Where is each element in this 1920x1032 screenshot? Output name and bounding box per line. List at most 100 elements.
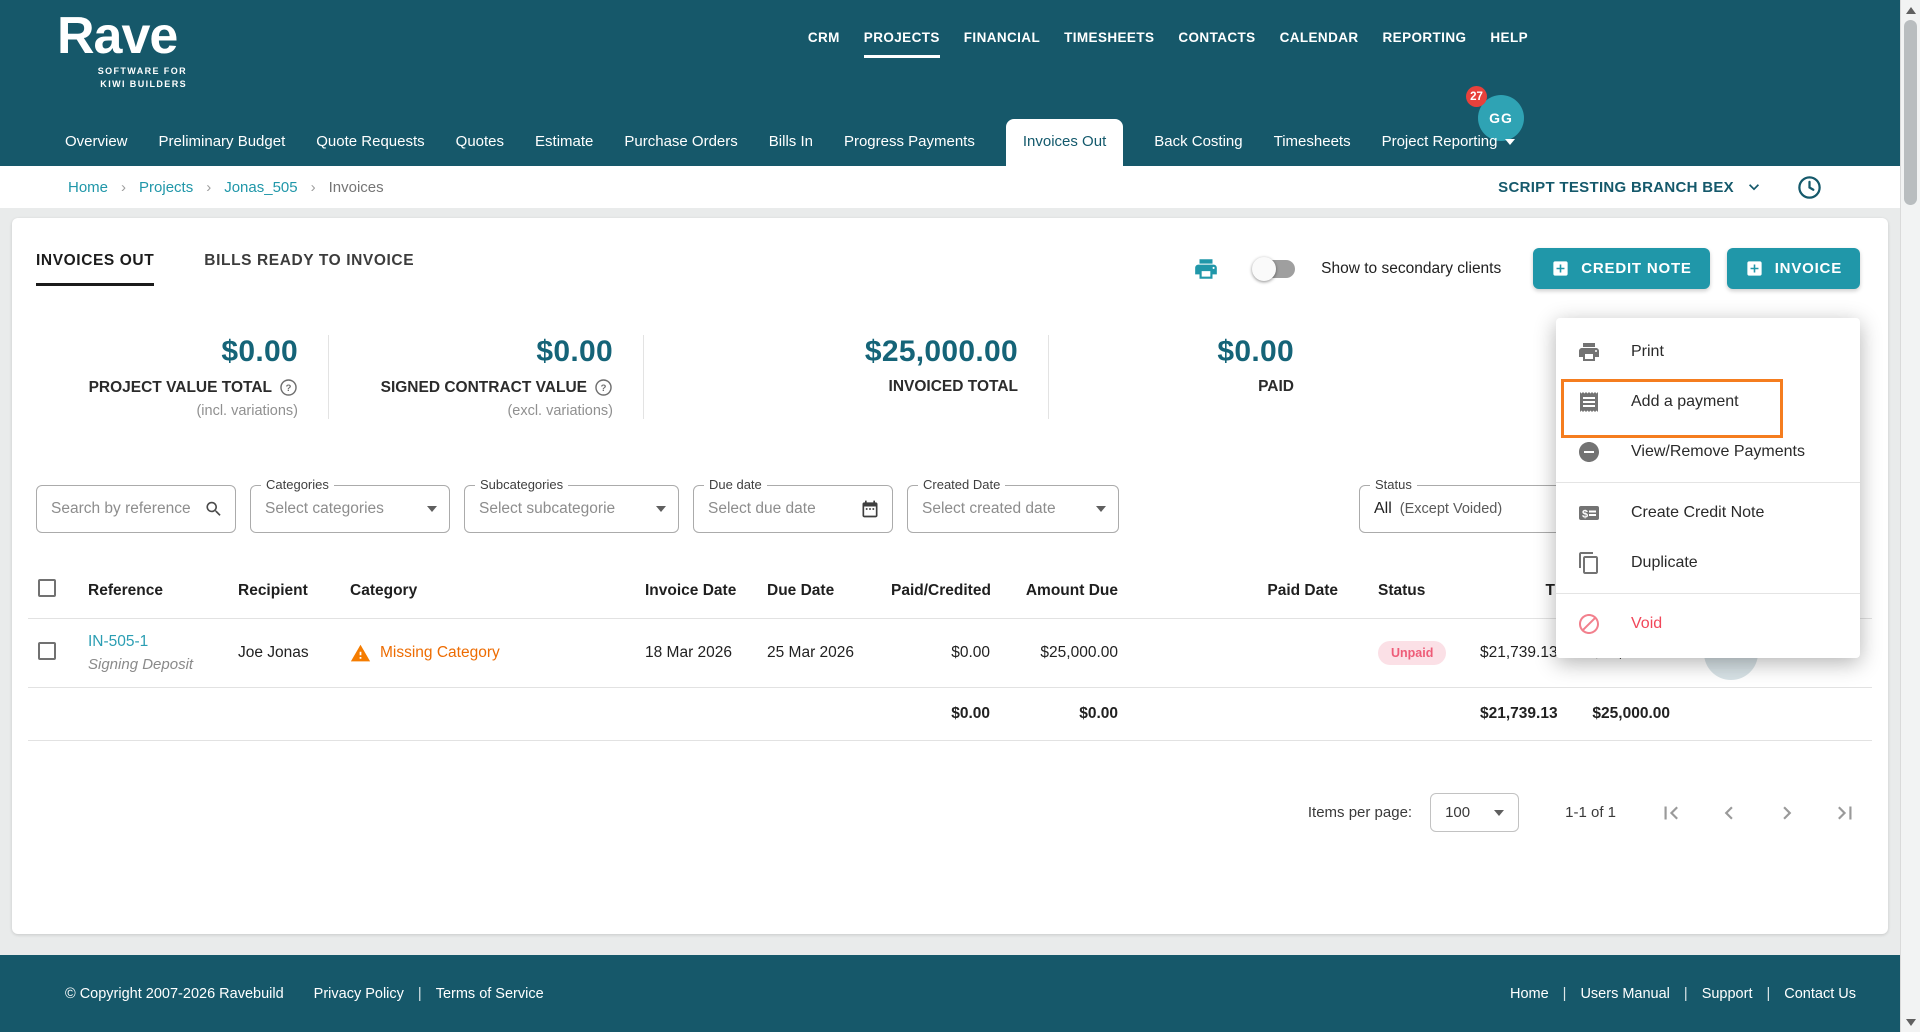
- menu-item-view-remove-payments[interactable]: View/Remove Payments: [1556, 427, 1860, 477]
- nav-help[interactable]: HELP: [1490, 30, 1528, 55]
- created-date-filter[interactable]: Created Date Select created date: [907, 477, 1119, 533]
- tab-purchase-orders[interactable]: Purchase Orders: [624, 119, 737, 166]
- tab-project-reporting[interactable]: Project Reporting: [1382, 119, 1515, 166]
- nav-reporting[interactable]: REPORTING: [1383, 30, 1467, 55]
- copy-icon: [1579, 552, 1598, 574]
- show-secondary-toggle[interactable]: [1252, 256, 1296, 281]
- col-category[interactable]: Category: [340, 567, 635, 619]
- search-input[interactable]: [51, 500, 204, 518]
- tab-quote-requests[interactable]: Quote Requests: [316, 119, 424, 166]
- next-page-icon[interactable]: [1774, 800, 1800, 826]
- nav-contacts[interactable]: CONTACTS: [1178, 30, 1255, 55]
- footer-terms[interactable]: Terms of Service: [436, 986, 544, 1002]
- breadcrumb-bar: Home › Projects › Jonas_505 › Invoices S…: [0, 166, 1900, 208]
- last-page-icon[interactable]: [1832, 800, 1858, 826]
- menu-item-add-payment[interactable]: Add a payment: [1556, 377, 1860, 427]
- help-icon[interactable]: ?: [279, 378, 298, 397]
- stats-row: $0.00 PROJECT VALUE TOTAL ? (incl. varia…: [28, 335, 1324, 419]
- footer-home[interactable]: Home: [1510, 986, 1549, 1002]
- footer-users-manual[interactable]: Users Manual: [1580, 986, 1669, 1002]
- show-secondary-label: Show to secondary clients: [1321, 259, 1502, 277]
- menu-label-print: Print: [1631, 343, 1664, 360]
- caret-down-icon: [1096, 506, 1106, 512]
- pager-controls: [1658, 800, 1858, 826]
- header-controls: Show to secondary clients CREDIT NOTE IN…: [1193, 248, 1872, 289]
- due-date-filter[interactable]: Due date Select due date: [693, 477, 893, 533]
- scrollbar-thumb[interactable]: [1904, 20, 1917, 205]
- nav-timesheets[interactable]: TIMESHEETS: [1064, 30, 1154, 55]
- credit-note-button[interactable]: CREDIT NOTE: [1533, 248, 1710, 289]
- tab-invoices-out-content[interactable]: INVOICES OUT: [36, 252, 155, 286]
- subcategories-filter[interactable]: Subcategories Select subcategorie: [464, 477, 679, 533]
- select-all-checkbox[interactable]: [38, 579, 56, 597]
- col-paid-credited[interactable]: Paid/Credited: [881, 567, 1000, 619]
- tab-back-costing[interactable]: Back Costing: [1154, 119, 1242, 166]
- total-paid-credited: $0.00: [881, 687, 1000, 741]
- crumb-projects[interactable]: Projects: [139, 179, 193, 196]
- col-due-date[interactable]: Due Date: [757, 567, 881, 619]
- first-page-icon[interactable]: [1658, 800, 1684, 826]
- minus-circle-icon: [1579, 442, 1599, 462]
- tab-quotes[interactable]: Quotes: [456, 119, 504, 166]
- col-amount-due[interactable]: Amount Due: [1000, 567, 1128, 619]
- col-recipient[interactable]: Recipient: [228, 567, 340, 619]
- menu-item-void[interactable]: Void: [1556, 599, 1860, 649]
- col-invoice-date[interactable]: Invoice Date: [635, 567, 757, 619]
- tab-overview[interactable]: Overview: [65, 119, 128, 166]
- tab-estimate[interactable]: Estimate: [535, 119, 593, 166]
- crumb-home[interactable]: Home: [68, 179, 108, 196]
- crumb-project[interactable]: Jonas_505: [224, 179, 297, 196]
- status-filter[interactable]: Status All (Except Voided): [1359, 477, 1574, 533]
- tab-progress-payments[interactable]: Progress Payments: [844, 119, 975, 166]
- total-amount-due: $0.00: [1000, 687, 1128, 741]
- menu-item-create-credit-note[interactable]: $ Create Credit Note: [1556, 488, 1860, 538]
- logo-tagline: SOFTWARE FOR KIWI BUILDERS: [97, 66, 187, 89]
- nav-projects[interactable]: PROJECTS: [863, 30, 940, 58]
- rave-logo[interactable]: Rave SOFTWARE FOR KIWI BUILDERS: [57, 7, 187, 90]
- print-icon[interactable]: [1193, 256, 1219, 282]
- scroll-up-arrow[interactable]: [1901, 1, 1920, 19]
- footer-contact-us[interactable]: Contact Us: [1784, 986, 1856, 1002]
- menu-item-duplicate[interactable]: Duplicate: [1556, 538, 1860, 588]
- nav-calendar[interactable]: CALENDAR: [1280, 30, 1359, 55]
- prev-page-icon[interactable]: [1716, 800, 1742, 826]
- footer-support[interactable]: Support: [1702, 986, 1753, 1002]
- per-page-select[interactable]: 100: [1430, 793, 1520, 832]
- tab-invoices-out[interactable]: Invoices Out: [1005, 119, 1124, 166]
- notification-badge[interactable]: 27: [1466, 86, 1487, 107]
- col-paid-date[interactable]: Paid Date: [1128, 567, 1348, 619]
- invoice-reference-link[interactable]: IN-505-1: [88, 633, 218, 651]
- menu-item-print[interactable]: Print: [1556, 327, 1860, 377]
- main-nav: CRM PROJECTS FINANCIAL TIMESHEETS CONTAC…: [808, 30, 1528, 58]
- chevron-down-icon[interactable]: [1744, 177, 1764, 197]
- help-icon[interactable]: ?: [594, 378, 613, 397]
- missing-category-label: Missing Category: [380, 644, 500, 661]
- footer-privacy-policy[interactable]: Privacy Policy: [314, 986, 404, 1002]
- col-total-excl[interactable]: T: [1470, 567, 1565, 619]
- categories-filter[interactable]: Categories Select categories: [250, 477, 450, 533]
- row-checkbox[interactable]: [38, 641, 56, 660]
- block-icon: [1579, 614, 1599, 634]
- stat-value: $0.00: [536, 335, 613, 368]
- cell-due-date: 25 Mar 2026: [757, 618, 881, 688]
- nav-financial[interactable]: FINANCIAL: [964, 30, 1040, 55]
- svg-text:?: ?: [286, 383, 292, 394]
- tab-bills-in[interactable]: Bills In: [769, 119, 813, 166]
- vertical-scrollbar[interactable]: [1900, 0, 1920, 1032]
- nav-crm[interactable]: CRM: [808, 30, 840, 55]
- search-icon[interactable]: [204, 498, 224, 520]
- app-footer: © Copyright 2007-2026 Ravebuild Privacy …: [0, 955, 1900, 1032]
- col-status[interactable]: Status: [1348, 567, 1470, 619]
- tab-preliminary-budget[interactable]: Preliminary Budget: [159, 119, 286, 166]
- created-date-label: Created Date: [918, 477, 1006, 492]
- col-reference[interactable]: Reference: [78, 567, 228, 619]
- scroll-down-arrow[interactable]: [1901, 1013, 1920, 1031]
- breadcrumb-separator: ›: [310, 178, 316, 196]
- tab-bills-ready[interactable]: BILLS READY TO INVOICE: [204, 252, 414, 286]
- status-value: All (Except Voided): [1374, 500, 1503, 517]
- invoice-button[interactable]: INVOICE: [1726, 248, 1860, 289]
- missing-category-warning[interactable]: Missing Category: [350, 643, 625, 664]
- branch-selector[interactable]: SCRIPT TESTING BRANCH BEX: [1498, 179, 1734, 196]
- tab-timesheets[interactable]: Timesheets: [1274, 119, 1351, 166]
- history-clock-icon[interactable]: [1796, 174, 1823, 201]
